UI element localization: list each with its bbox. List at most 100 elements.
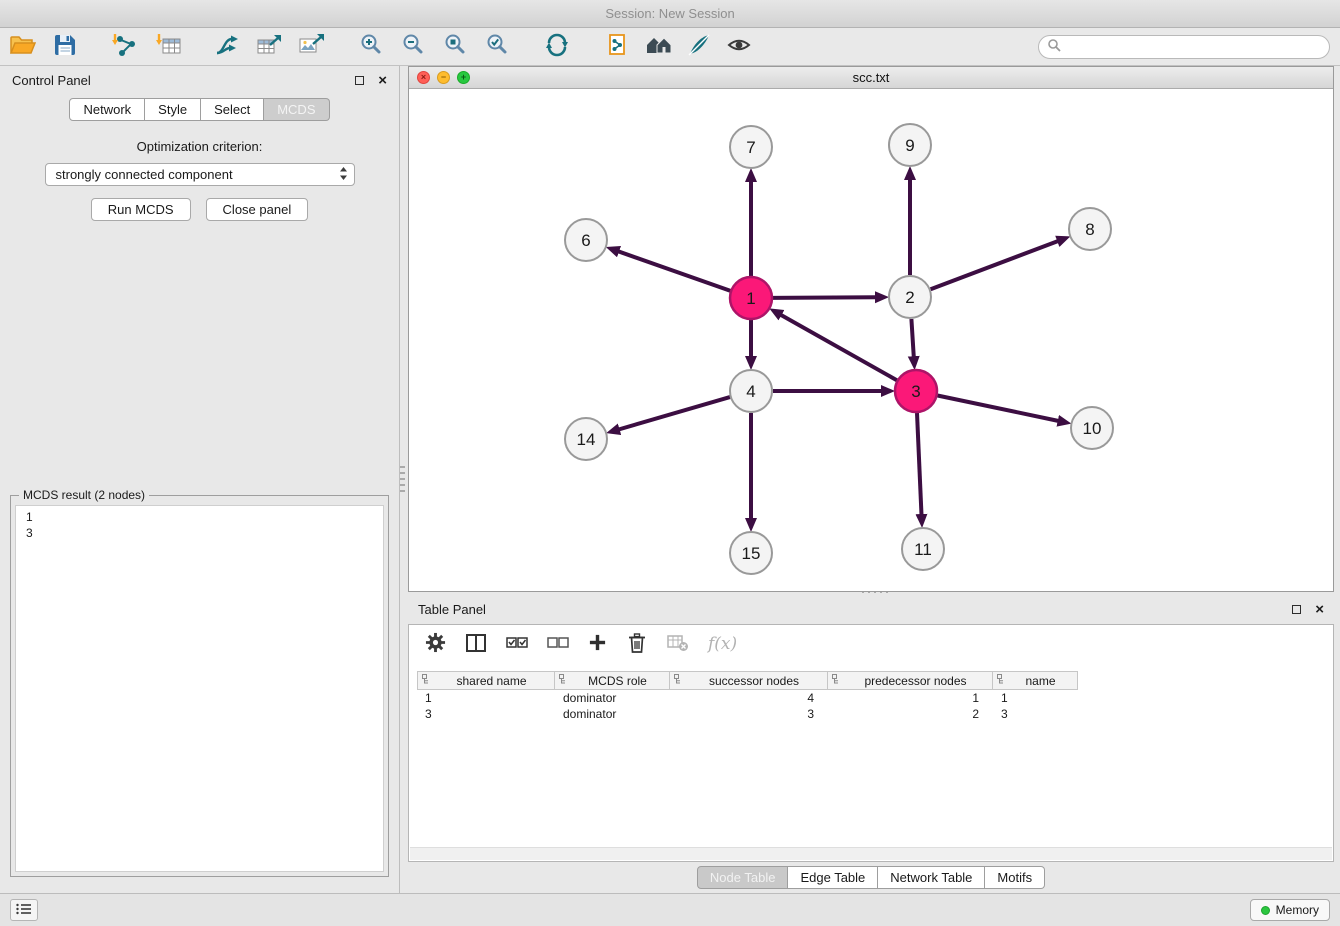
minimize-window-icon[interactable]: − [437, 71, 450, 84]
column-header-predecessor-nodes[interactable]: predecessor nodes [828, 671, 993, 690]
show-columns-button[interactable] [465, 632, 487, 657]
cell-shared-name[interactable]: 1 [417, 691, 555, 705]
graph-node-2[interactable]: 2 [889, 276, 931, 318]
tab-mcds[interactable]: MCDS [264, 98, 329, 121]
search-input[interactable] [1061, 40, 1321, 54]
table-horizontal-scrollbar[interactable] [410, 847, 1332, 860]
export-image-button[interactable] [294, 31, 328, 63]
edge-1-to-2[interactable] [773, 297, 876, 298]
column-sort-icon [997, 674, 1008, 688]
save-session-button[interactable] [48, 31, 82, 63]
zoom-in-icon [359, 33, 383, 60]
edge-2-to-8[interactable] [931, 241, 1059, 289]
network-window-titlebar[interactable]: × − + scc.txt [409, 67, 1333, 89]
list-icon [16, 903, 32, 918]
close-table-panel-icon[interactable]: × [1315, 602, 1324, 617]
cell-mcds-role[interactable]: dominator [555, 691, 670, 705]
cell-mcds-role[interactable]: dominator [555, 707, 670, 721]
edge-3-to-1[interactable] [781, 315, 897, 381]
zoom-in-button[interactable] [354, 31, 388, 63]
edge-2-to-3[interactable] [911, 319, 913, 357]
tab-node-table[interactable]: Node Table [697, 866, 789, 889]
import-network-button[interactable] [108, 31, 142, 63]
close-panel-icon[interactable]: × [378, 73, 387, 88]
graph-node-4[interactable]: 4 [730, 370, 772, 412]
cell-successor-nodes[interactable]: 3 [670, 707, 828, 721]
control-panel: Control Panel × Network Style Select MCD… [0, 66, 400, 893]
edge-3-to-11[interactable] [917, 413, 922, 515]
graphics-details-button[interactable] [682, 31, 716, 63]
graph-node-11[interactable]: 11 [902, 528, 944, 570]
add-column-button[interactable] [588, 633, 607, 655]
graph-node-7[interactable]: 7 [730, 126, 772, 168]
graph-node-8[interactable]: 8 [1069, 208, 1111, 250]
column-header-mcds-role[interactable]: MCDS role [555, 671, 670, 690]
zoom-fit-button[interactable] [438, 31, 472, 63]
gear-icon [425, 632, 446, 656]
svg-text:8: 8 [1085, 220, 1094, 239]
delete-column-button[interactable] [626, 632, 648, 657]
edge-3-to-10[interactable] [938, 396, 1059, 422]
cell-predecessor-nodes[interactable]: 2 [828, 707, 993, 721]
cell-name[interactable]: 1 [993, 691, 1078, 705]
graph-node-15[interactable]: 15 [730, 532, 772, 574]
graph-node-9[interactable]: 9 [889, 124, 931, 166]
graph-node-1[interactable]: 1 [730, 277, 772, 319]
cell-successor-nodes[interactable]: 4 [670, 691, 828, 705]
deselect-all-button[interactable] [547, 633, 569, 655]
network-canvas[interactable]: 7 9 6 8 1 2 4 3 10 14 15 11 [409, 89, 1333, 591]
cell-name[interactable]: 3 [993, 707, 1078, 721]
mcds-result-list: 1 3 [15, 505, 384, 872]
export-table-button[interactable] [252, 31, 286, 63]
tab-edge-table[interactable]: Edge Table [788, 866, 878, 889]
export-table-icon [256, 33, 282, 60]
undock-table-panel-icon[interactable] [1292, 605, 1301, 614]
criterion-select[interactable]: strongly connected component [45, 163, 355, 186]
network-overview-button[interactable] [642, 31, 676, 63]
edge-1-to-6[interactable] [618, 251, 730, 290]
close-panel-button[interactable]: Close panel [206, 198, 309, 221]
table-settings-button[interactable] [425, 632, 446, 656]
duplicate-network-button[interactable] [600, 31, 634, 63]
tab-style[interactable]: Style [145, 98, 201, 121]
cell-predecessor-nodes[interactable]: 1 [828, 691, 993, 705]
column-header-successor-nodes[interactable]: successor nodes [670, 671, 828, 690]
import-table-button[interactable] [152, 31, 186, 63]
task-history-button[interactable] [10, 899, 38, 921]
search-field[interactable] [1038, 35, 1330, 59]
zoom-out-button[interactable] [396, 31, 430, 63]
graph-node-14[interactable]: 14 [565, 418, 607, 460]
apply-layout-button[interactable] [540, 31, 574, 63]
delete-table-button[interactable] [667, 633, 689, 655]
export-image-icon [298, 33, 324, 60]
select-all-button[interactable] [506, 633, 528, 655]
split-handle-vertical[interactable] [400, 462, 405, 492]
table-row[interactable]: 1 dominator 4 1 1 [417, 690, 1078, 706]
run-mcds-button[interactable]: Run MCDS [91, 198, 191, 221]
graph-node-6[interactable]: 6 [565, 219, 607, 261]
table-row[interactable]: 3 dominator 3 2 3 [417, 706, 1078, 722]
show-hide-button[interactable] [722, 31, 756, 63]
network-view-window: × − + scc.txt 7 9 6 8 1 2 4 3 10 14 15 11 [408, 66, 1334, 592]
memory-button[interactable]: Memory [1250, 899, 1330, 921]
edge-4-to-14[interactable] [619, 397, 730, 429]
tab-network-table[interactable]: Network Table [878, 866, 985, 889]
new-network-button[interactable] [210, 31, 244, 63]
function-builder-button[interactable]: f(x) [708, 634, 737, 654]
tab-network[interactable]: Network [69, 98, 145, 121]
graph-node-3[interactable]: 3 [895, 370, 937, 412]
undock-panel-icon[interactable] [355, 76, 364, 85]
svg-text:9: 9 [905, 136, 914, 155]
brush-icon [687, 33, 711, 60]
zoom-selected-button[interactable] [480, 31, 514, 63]
open-session-button[interactable] [6, 31, 40, 63]
close-window-icon[interactable]: × [417, 71, 430, 84]
zoom-window-icon[interactable]: + [457, 71, 470, 84]
column-header-name[interactable]: name [993, 671, 1078, 690]
graph-node-10[interactable]: 10 [1071, 407, 1113, 449]
cell-shared-name[interactable]: 3 [417, 707, 555, 721]
tab-motifs[interactable]: Motifs [985, 866, 1045, 889]
column-header-shared-name[interactable]: shared name [417, 671, 555, 690]
tab-select[interactable]: Select [201, 98, 264, 121]
duplicate-page-icon [605, 33, 629, 60]
